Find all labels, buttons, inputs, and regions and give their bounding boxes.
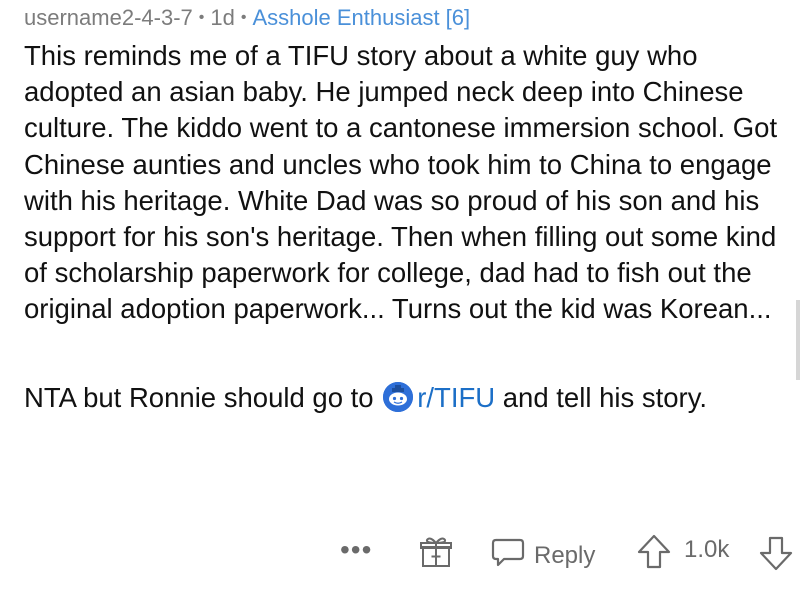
score-value: 1.0k xyxy=(684,536,730,563)
subreddit-link[interactable]: r/TIFU xyxy=(417,382,495,413)
comment-age: 1d xyxy=(210,5,235,30)
reply-label: Reply xyxy=(534,541,596,569)
username[interactable]: username2-4-3-7 xyxy=(24,5,193,31)
vote-score: 1.0k xyxy=(684,536,729,564)
separator-dot: • xyxy=(240,9,247,26)
upvote-arrow-icon xyxy=(636,533,672,576)
separator-dot: • xyxy=(198,9,205,26)
downvote-button[interactable] xyxy=(758,534,794,577)
paragraph-text: and tell his story. xyxy=(495,381,708,413)
comment-paragraph: This reminds me of a TIFU story about a … xyxy=(24,40,778,325)
user-flair: Asshole Enthusiast [6] xyxy=(252,5,471,30)
comment-meta: username2-4-3-7 • 1d • Asshole Enthusias… xyxy=(24,2,470,34)
speech-bubble-icon xyxy=(490,534,526,577)
more-label: ••• xyxy=(340,534,373,565)
paragraph-text: NTA but Ronnie should go to xyxy=(24,381,382,413)
reply-button[interactable]: Reply xyxy=(490,534,595,577)
more-options-button[interactable]: ••• xyxy=(340,534,373,565)
comment-body: This reminds me of a TIFU story about a … xyxy=(24,38,784,416)
upvote-button[interactable] xyxy=(636,533,672,576)
comment: username2-4-3-7 • 1d • Asshole Enthusias… xyxy=(24,0,794,600)
downvote-arrow-icon xyxy=(758,534,794,577)
scrollbar[interactable] xyxy=(796,300,800,380)
comment-actions: ••• Reply 1.0k xyxy=(24,528,794,578)
gift-award-icon xyxy=(418,534,454,575)
subreddit-avatar-icon[interactable] xyxy=(383,381,414,412)
comment-paragraph: NTA but Ronnie should go to r/TIFU and t… xyxy=(24,380,784,416)
award-button[interactable] xyxy=(418,534,454,575)
